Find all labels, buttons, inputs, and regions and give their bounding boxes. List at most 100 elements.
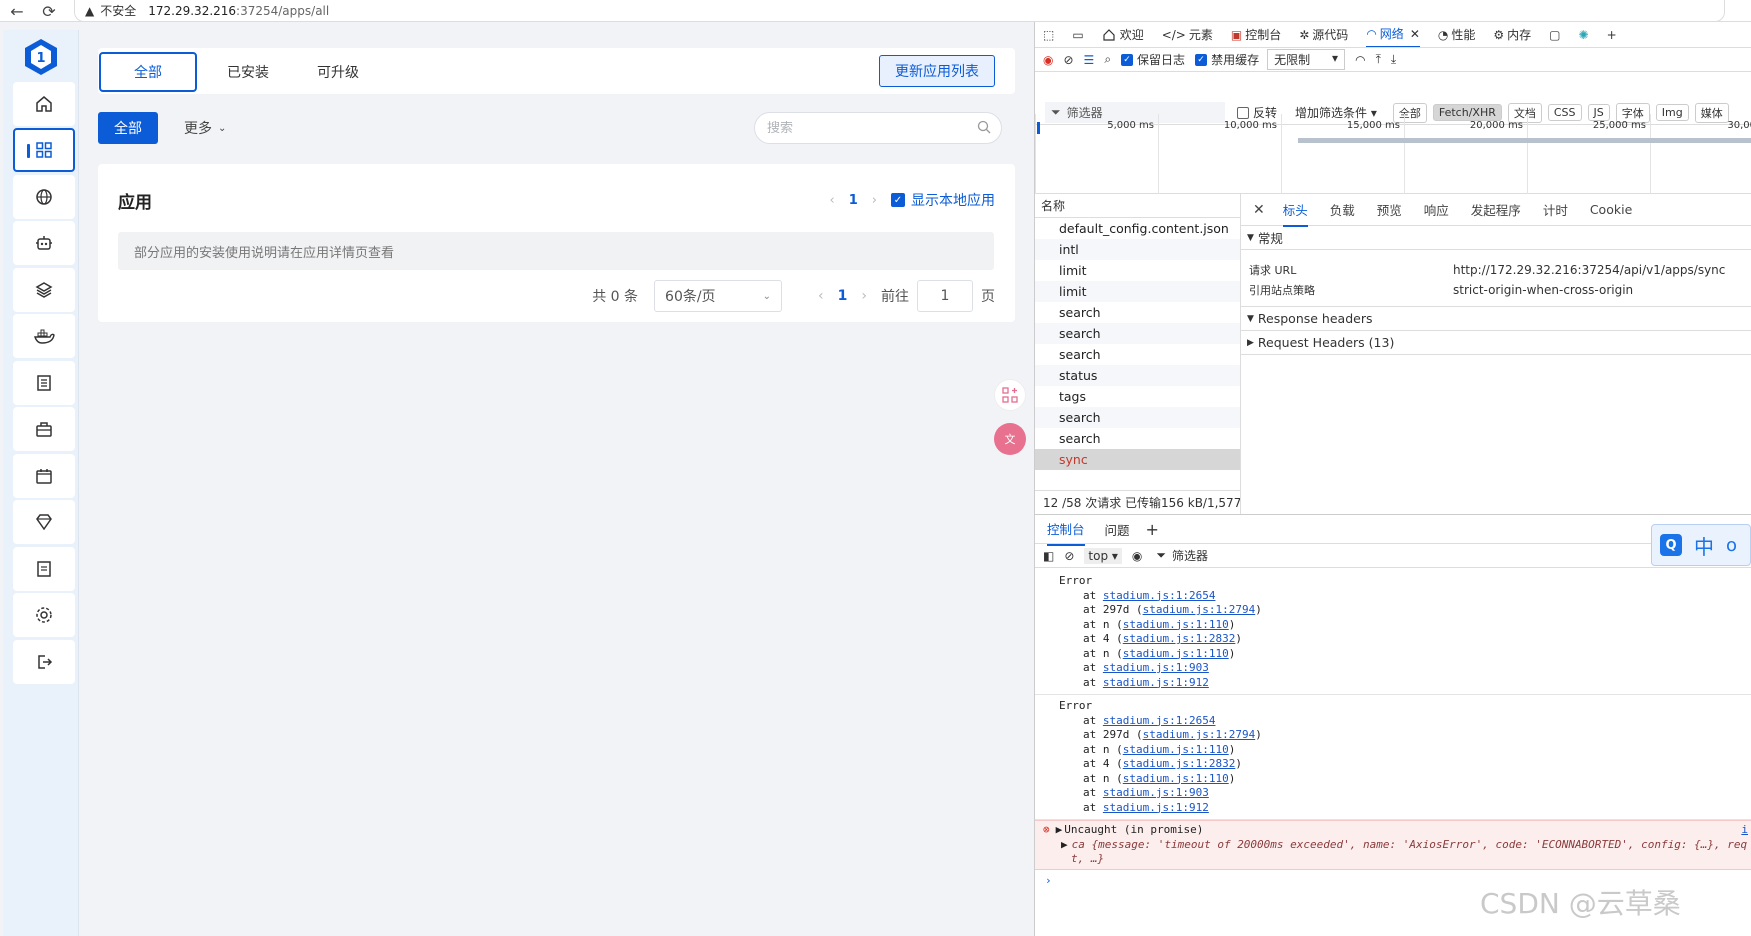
device-icon[interactable]: ▭ [1072, 28, 1083, 42]
tab-installed[interactable]: 已安装 [208, 52, 288, 92]
search-box[interactable] [754, 112, 1002, 144]
tab-sources[interactable]: ✲ 源代码 [1299, 26, 1348, 43]
stack-frame-link[interactable]: stadium.js:1:2832 [1123, 632, 1236, 645]
add-tab-icon[interactable]: + [1607, 28, 1617, 42]
tab-console[interactable]: ▣ 控制台 [1231, 26, 1281, 43]
sidebar-item-logout[interactable] [13, 640, 75, 684]
tab-initiator[interactable]: 发起程序 [1471, 200, 1521, 219]
request-row[interactable]: tags [1035, 386, 1240, 407]
tab-performance[interactable]: ◔ 性能 [1438, 26, 1476, 43]
stack-frame-link[interactable]: stadium.js:1:2794 [1143, 728, 1256, 741]
request-headers-header[interactable]: ▶ Request Headers (13) [1241, 331, 1751, 355]
stack-frame-link[interactable]: stadium.js:1:2794 [1143, 603, 1256, 616]
sidebar-item-home[interactable] [13, 82, 75, 126]
filter-more-dropdown[interactable]: 更多 ⌄ [184, 112, 226, 144]
stack-frame-link[interactable]: stadium.js:1:2832 [1123, 757, 1236, 770]
clear-console-icon[interactable]: ⊘ [1064, 549, 1074, 563]
tab-preview[interactable]: 预览 [1377, 200, 1402, 219]
stack-frame-link[interactable]: stadium.js:1:903 [1103, 786, 1209, 799]
stack-frame-link[interactable]: stadium.js:1:2654 [1103, 589, 1216, 602]
sidebar-item-license[interactable] [13, 500, 75, 544]
search-icon[interactable]: ⌕ [1104, 52, 1111, 67]
context-select[interactable]: top ▾ [1084, 547, 1122, 564]
network-timeline[interactable]: 5,000 ms 10,000 ms 15,000 ms 20,000 ms 2… [1035, 114, 1751, 194]
drawer-tab-issues[interactable]: 问题 [1105, 520, 1130, 539]
uncaught-detail[interactable]: ca {message: 'timeout of 20000ms exceede… [1072, 838, 1748, 853]
sidebar-item-container[interactable] [13, 314, 75, 358]
stack-frame-link[interactable]: stadium.js:1:110 [1123, 772, 1229, 785]
filter-icon[interactable]: ☰ [1084, 53, 1095, 67]
stack-frame-link[interactable]: stadium.js:1:110 [1123, 743, 1229, 756]
upload-icon[interactable]: ⤒ [1376, 52, 1381, 67]
back-icon[interactable]: ← [8, 2, 26, 21]
request-row[interactable]: limit [1035, 281, 1240, 302]
filter-all-button[interactable]: 全部 [98, 112, 158, 144]
next-page-icon[interactable]: › [861, 288, 867, 304]
expand-icon[interactable]: ▶ [1061, 838, 1068, 853]
stack-frame-link[interactable]: stadium.js:1:912 [1103, 676, 1209, 689]
reload-icon[interactable]: ⟳ [40, 2, 58, 21]
sidebar-item-ai[interactable] [13, 221, 75, 265]
page-size-select[interactable]: 60条/页 ⌄ [654, 280, 783, 312]
stack-frame-link[interactable]: stadium.js:1:912 [1103, 801, 1209, 814]
pager-current[interactable]: 1 [838, 288, 848, 304]
request-row[interactable]: status [1035, 365, 1240, 386]
request-row[interactable]: search [1035, 428, 1240, 449]
stack-frame-link[interactable]: stadium.js:1:2654 [1103, 714, 1216, 727]
tab-response[interactable]: 响应 [1424, 200, 1449, 219]
show-local-checkbox[interactable]: ✓ 显示本地应用 [891, 190, 995, 210]
stack-frame-link[interactable]: stadium.js:1:110 [1123, 647, 1229, 660]
live-expression-icon[interactable]: ◉ [1132, 549, 1142, 563]
tab-all[interactable]: 全部 [99, 52, 197, 92]
sidebar-item-website[interactable] [13, 175, 75, 219]
preserve-log-checkbox[interactable]: ✓ 保留日志 [1121, 51, 1185, 68]
sidebar-item-toolbox[interactable] [13, 407, 75, 451]
tab-welcome[interactable]: 欢迎 [1102, 26, 1144, 43]
goto-page-input[interactable]: 1 [917, 280, 973, 312]
expand-icon[interactable]: ▶ [1056, 823, 1063, 838]
add-drawer-tab-icon[interactable]: + [1146, 520, 1159, 539]
disable-cache-checkbox[interactable]: ✓ 禁用缓存 [1195, 51, 1259, 68]
clear-icon[interactable]: ⊘ [1063, 53, 1073, 67]
prev-page-icon[interactable]: ‹ [818, 288, 824, 304]
tab-headers[interactable]: 标头 [1282, 200, 1308, 227]
request-row[interactable]: limit [1035, 260, 1240, 281]
next-page-icon[interactable]: › [872, 193, 877, 208]
sidebar-item-database[interactable] [13, 268, 75, 312]
sidebar-item-logs[interactable] [13, 547, 75, 591]
tab-network[interactable]: ◠ 网络 ✕ [1366, 22, 1420, 47]
ime-search-icon[interactable]: Q [1660, 534, 1682, 556]
ime-punct-toggle[interactable]: o [1726, 535, 1737, 556]
prev-page-icon[interactable]: ‹ [830, 193, 835, 208]
request-row-selected[interactable]: sync [1035, 449, 1240, 470]
request-row[interactable]: search [1035, 344, 1240, 365]
tab-cookie[interactable]: Cookie [1590, 202, 1632, 217]
stack-frame-link[interactable]: stadium.js:1:903 [1103, 661, 1209, 674]
ime-lang-toggle[interactable]: 中 [1694, 531, 1714, 560]
update-app-list-button[interactable]: 更新应用列表 [879, 55, 995, 87]
request-row[interactable]: intl [1035, 239, 1240, 260]
sidebar-item-cron[interactable] [13, 454, 75, 498]
panel-icon[interactable]: ▢ [1549, 28, 1560, 42]
request-row[interactable]: search [1035, 407, 1240, 428]
uncaught-source-link[interactable]: i [1741, 823, 1748, 838]
response-headers-header[interactable]: ▼ Response headers [1241, 307, 1751, 331]
inspect-icon[interactable]: ⬚ [1043, 28, 1054, 42]
app-logo-icon[interactable]: 1 [20, 36, 62, 78]
tab-timing[interactable]: 计时 [1543, 200, 1568, 219]
sidebar-toggle-icon[interactable]: ◧ [1043, 549, 1054, 563]
download-icon[interactable]: ⤓ [1391, 52, 1396, 67]
close-icon[interactable]: ✕ [1410, 27, 1420, 41]
network-conditions-icon[interactable]: ◠ [1355, 53, 1365, 67]
float-translate-icon[interactable]: 文 [994, 423, 1026, 455]
float-apps-icon[interactable] [994, 379, 1026, 411]
close-details-icon[interactable]: ✕ [1253, 202, 1265, 218]
console-filter-input[interactable]: 筛选器 [1172, 547, 1208, 564]
sidebar-item-host[interactable] [13, 361, 75, 405]
general-section-header[interactable]: ▼ 常规 [1241, 226, 1751, 250]
address-field[interactable]: ▲ 不安全 172.29.32.216 :37254/apps/all [74, 0, 1725, 22]
record-icon[interactable]: ◉ [1043, 53, 1053, 67]
request-row[interactable]: search [1035, 323, 1240, 344]
tab-elements[interactable]: </> 元素 [1162, 26, 1213, 43]
extension-icon[interactable]: ✺ [1579, 28, 1589, 42]
